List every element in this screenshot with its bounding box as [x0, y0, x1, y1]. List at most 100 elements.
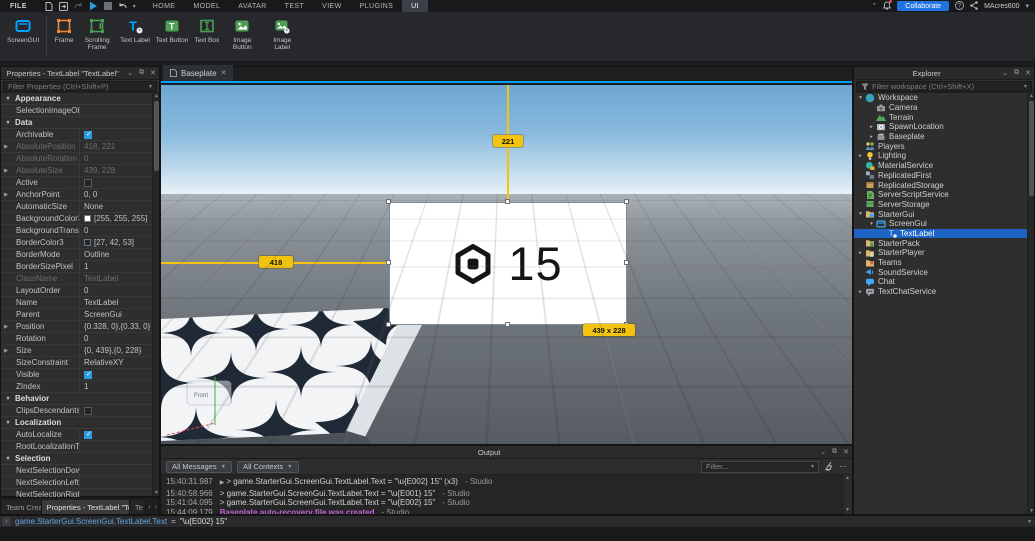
prop-row-visible[interactable]: Visible — [1, 369, 153, 381]
menu-tab-home[interactable]: HOME — [144, 0, 185, 12]
properties-filter-input[interactable]: Filter Properties (Ctrl+Shift+P) ▾ — [3, 81, 157, 92]
explorer-menu-icon[interactable]: ⌄ — [999, 69, 1011, 77]
section-collapse-icon[interactable]: ▾ — [1, 455, 15, 462]
checkbox-checked[interactable] — [84, 431, 92, 439]
prop-value[interactable]: [255, 255, 255] — [79, 213, 153, 224]
tab-close-icon[interactable]: ✕ — [221, 69, 227, 77]
row-expand-icon[interactable]: ▶ — [1, 168, 10, 174]
tree-expand-icon[interactable]: ▾ — [856, 95, 865, 101]
qat-dropdown-icon[interactable]: ▾ — [133, 3, 136, 10]
prop-row-bordercolor3[interactable]: BorderColor3[27, 42, 53] — [1, 237, 153, 249]
prop-value[interactable]: 0 — [79, 333, 153, 344]
menu-tab-test[interactable]: TEST — [276, 0, 314, 12]
prop-row-position[interactable]: ▶Position{0.328, 0},{0.33, 0} — [1, 321, 153, 333]
help-icon[interactable]: ? — [955, 1, 964, 12]
prop-row-automaticsize[interactable]: AutomaticSizeNone — [1, 201, 153, 213]
explorer-item-starterplayer[interactable]: ▸StarterPlayer — [854, 248, 1028, 258]
selection-handle[interactable] — [386, 322, 391, 327]
prop-row-active[interactable]: Active — [1, 177, 153, 189]
prop-row-clipsdescendants[interactable]: ClipsDescendants — [1, 405, 153, 417]
prop-row-nextselectiondown[interactable]: NextSelectionDown — [1, 465, 153, 477]
explorer-item-textlabel[interactable]: TTextLabel — [854, 229, 1028, 239]
section-collapse-icon[interactable]: ▾ — [1, 419, 15, 426]
redo-icon[interactable] — [74, 2, 83, 10]
user-dropdown-icon[interactable]: ▾ — [1025, 3, 1029, 10]
selection-handle[interactable] — [624, 260, 629, 265]
prop-value[interactable]: 1 — [79, 381, 153, 392]
command-bar[interactable]: › game.StarterGui.ScreenGui.TextLabel.Te… — [0, 515, 1035, 527]
prop-value[interactable]: [27, 42, 53] — [79, 237, 153, 248]
section-collapse-icon[interactable]: ▾ — [1, 95, 15, 102]
prop-row-size[interactable]: ▶Size{0, 439},{0, 228} — [1, 345, 153, 357]
notifications-icon[interactable] — [883, 1, 891, 12]
prop-value[interactable] — [79, 405, 153, 416]
ribbon-textbox-button[interactable]: Text Box — [191, 12, 222, 44]
explorer-close-icon[interactable]: ✕ — [1022, 69, 1034, 77]
output-scrollbar[interactable]: ▲ ▼ — [844, 475, 851, 513]
selection-handle[interactable] — [505, 199, 510, 204]
prop-section-behavior[interactable]: ▾Behavior — [1, 393, 153, 405]
command-history-icon[interactable]: ▾ — [1028, 518, 1035, 525]
prop-row-parent[interactable]: ParentScreenGui — [1, 309, 153, 321]
prop-section-selection[interactable]: ▾Selection — [1, 453, 153, 465]
properties-filter-caret-icon[interactable]: ▾ — [149, 83, 152, 90]
prop-row-absoluteposition[interactable]: ▶AbsolutePosition418, 221 — [1, 141, 153, 153]
explorer-item-serverstorage[interactable]: ServerStorage — [854, 200, 1028, 210]
row-expand-icon[interactable]: ▶ — [1, 324, 10, 330]
collaborate-button[interactable]: Collaborate — [897, 1, 949, 11]
prop-row-absolutesize[interactable]: ▶AbsoluteSize439, 228 — [1, 165, 153, 177]
prop-value[interactable] — [79, 129, 153, 140]
explorer-filter-input[interactable]: Filter workspace (Ctrl+Shift+X) ▾ — [856, 81, 1032, 92]
explorer-item-players[interactable]: Players — [854, 141, 1028, 151]
menu-tab-model[interactable]: MODEL — [184, 0, 229, 12]
prop-row-nextselectionleft[interactable]: NextSelectionLeft — [1, 477, 153, 489]
messages-filter-dropdown[interactable]: All Messages▼ — [166, 461, 232, 473]
explorer-item-screengui[interactable]: ▾ScreenGui — [854, 219, 1028, 229]
explorer-item-chat[interactable]: Chat — [854, 277, 1028, 287]
explorer-float-icon[interactable]: ⧉ — [1011, 69, 1022, 77]
explorer-item-spawnlocation[interactable]: ▸SpawnLocation — [854, 122, 1028, 132]
checkbox-unchecked[interactable] — [84, 179, 92, 187]
menu-tab-avatar[interactable]: AVATAR — [229, 0, 275, 12]
output-line[interactable]: 15:44:09.179Baseplate auto-recovery file… — [166, 508, 844, 514]
output-close-icon[interactable]: ✕ — [840, 448, 852, 456]
contexts-filter-dropdown[interactable]: All Contexts▼ — [237, 461, 298, 473]
prop-value[interactable]: TextLabel — [79, 297, 153, 308]
menu-tab-view[interactable]: VIEW — [313, 0, 351, 12]
dock-tab-properties-textlabel-textlabel-[interactable]: Properties - TextLabel "TextLabel" — [42, 500, 130, 514]
explorer-item-camera[interactable]: Camera — [854, 103, 1028, 113]
row-expand-icon[interactable]: ▶ — [1, 192, 10, 198]
tabs-scroll-right-icon[interactable]: › — [153, 504, 159, 511]
textlabel-gui[interactable]: 15 — [389, 202, 627, 325]
ribbon-textlabel-button[interactable]: TText Label — [117, 12, 153, 44]
clear-output-icon[interactable] — [824, 458, 834, 476]
prop-row-autolocalize[interactable]: AutoLocalize — [1, 429, 153, 441]
explorer-scrollbar[interactable]: ▲ ▼ — [1027, 93, 1034, 514]
ribbon-imagelabel-button[interactable]: Image Label — [262, 12, 302, 51]
prop-row-archivable[interactable]: Archivable — [1, 129, 153, 141]
prop-value[interactable]: 0 — [79, 225, 153, 236]
scroll-up-icon[interactable]: ▲ — [1028, 93, 1035, 99]
properties-scrollbar[interactable]: ▲ ▼ — [152, 93, 159, 496]
scroll-down-icon[interactable]: ▼ — [844, 507, 851, 513]
prop-value[interactable]: None — [79, 201, 153, 212]
ribbon-textbutton-button[interactable]: TText Button — [153, 12, 192, 44]
ribbon-frame-button[interactable]: Frame — [51, 12, 77, 44]
tree-expand-icon[interactable]: ▾ — [867, 221, 876, 227]
checkbox-checked[interactable] — [84, 131, 92, 139]
color-swatch[interactable] — [84, 239, 91, 246]
ribbon-imagebutton-button[interactable]: Image Button — [222, 12, 262, 51]
new-file-icon[interactable] — [45, 2, 53, 11]
explorer-item-terrain[interactable]: Terrain — [854, 112, 1028, 122]
checkbox-unchecked[interactable] — [84, 407, 92, 415]
row-expand-icon[interactable]: ▶ — [1, 144, 10, 150]
prop-row-selectionimageobject[interactable]: SelectionImageObject — [1, 105, 153, 117]
menu-tab-plugins[interactable]: PLUGINS — [351, 0, 403, 12]
explorer-item-teams[interactable]: Teams — [854, 258, 1028, 268]
section-collapse-icon[interactable]: ▾ — [1, 119, 15, 126]
share-icon[interactable] — [970, 1, 978, 12]
selection-handle[interactable] — [624, 199, 629, 204]
prop-row-anchorpoint[interactable]: ▶AnchorPoint0, 0 — [1, 189, 153, 201]
checkbox-checked[interactable] — [84, 371, 92, 379]
stop-icon[interactable] — [104, 2, 112, 10]
